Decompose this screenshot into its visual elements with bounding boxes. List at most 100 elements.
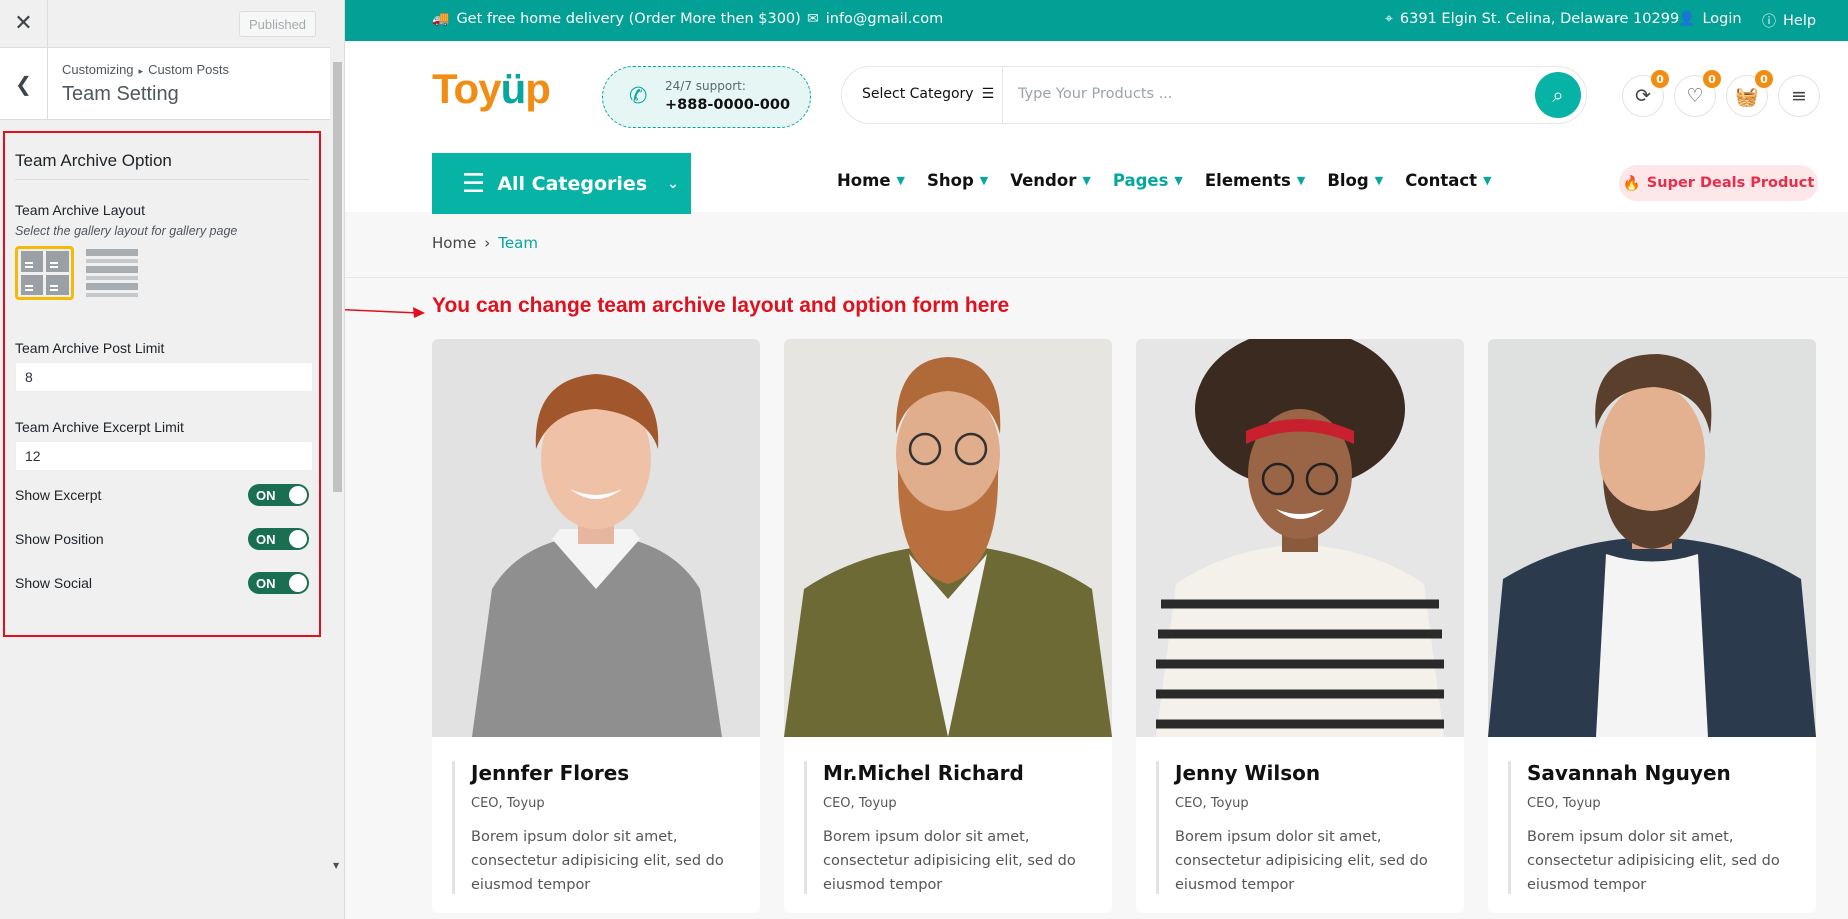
help-text: Help [1783, 13, 1817, 29]
login-text: Login [1702, 11, 1742, 27]
menu-item-shop[interactable]: Shop ▼ [927, 171, 988, 190]
show-position-toggle[interactable]: ON [248, 528, 309, 550]
email-info[interactable]: ✉ info@gmail.com [807, 11, 943, 27]
menu-item-home[interactable]: Home ▼ [837, 171, 905, 190]
chevron-down-icon: ▼ [896, 174, 905, 187]
location-pin-icon: ⌖ [1385, 11, 1393, 27]
offcanvas-menu-button[interactable]: ≡ [1778, 75, 1820, 117]
toggle-row-excerpt: Show Excerpt ON [15, 483, 309, 507]
breadcrumb-home-link[interactable]: Home [432, 234, 476, 252]
breadcrumb-current: Team [498, 234, 538, 252]
chevron-down-icon: ▼ [1296, 174, 1306, 187]
toggle-label: Show Position [15, 531, 104, 547]
panel-heading: Team Archive Option [15, 133, 309, 180]
filter-lines-icon: ☰ [981, 86, 995, 102]
chevron-down-icon: ▼ [1374, 174, 1384, 187]
help-icon: ⓘ [1762, 14, 1776, 30]
search-input[interactable]: Type Your Products ... [1018, 86, 1173, 102]
team-photo [1136, 339, 1464, 737]
super-deals-button[interactable]: 🔥 Super Deals Product [1619, 165, 1818, 201]
mail-icon: ✉ [807, 11, 819, 27]
customizer-header: ✕ Published [0, 0, 330, 48]
team-member-name[interactable]: Mr.Michel Richard [823, 761, 1092, 785]
search-bar: Select Category ☰ Type Your Products ...… [841, 66, 1587, 124]
category-select[interactable]: Select Category ☰ [862, 86, 994, 102]
wishlist-button[interactable]: ♡ 0 [1674, 70, 1721, 117]
team-card[interactable]: Jenny Wilson CEO, Toyup Borem ipsum dolo… [1136, 339, 1464, 913]
team-member-position: CEO, Toyup [1527, 796, 1601, 811]
top-bar: 🚚 Get free home delivery (Order More the… [345, 0, 1848, 41]
nav-bar: ☰ All Categories ⌄ Home ▼ Shop ▼ Vendor ▼ P… [345, 151, 1848, 214]
toggle-row-social: Show Social ON [15, 571, 309, 595]
menu-item-vendor[interactable]: Vendor ▼ [1010, 171, 1091, 190]
menu-item-pages[interactable]: Pages ▼ [1113, 171, 1183, 190]
post-limit-input[interactable]: 8 [15, 362, 313, 392]
truck-icon: 🚚 [432, 11, 450, 27]
team-member-excerpt: Borem ipsum dolor sit amet, consectetur … [1527, 829, 1780, 893]
main-header: Toyüp ✆ 24/7 support: +888-0000-000 Sele… [345, 41, 1848, 151]
layout-list-option[interactable] [82, 246, 141, 300]
compare-icon: ⟳ [1635, 85, 1651, 107]
site-preview: 🚚 Get free home delivery (Order More the… [345, 0, 1848, 919]
email-text: info@gmail.com [825, 11, 944, 27]
menu-item-elements[interactable]: Elements ▼ [1205, 171, 1305, 190]
team-member-position: CEO, Toyup [823, 796, 897, 811]
team-card[interactable]: Mr.Michel Richard CEO, Toyup Borem ipsum… [784, 339, 1112, 913]
menu-lines-icon: ≡ [1791, 85, 1807, 107]
customizer-sidebar: ✕ Published ❮ Customizing ▸ Custom Posts T… [0, 0, 345, 919]
annotation-text: You can change team archive layout and o… [432, 294, 1010, 317]
login-link[interactable]: 👤 Login [1678, 11, 1742, 27]
menu-item-contact[interactable]: Contact ▼ [1405, 171, 1491, 190]
hamburger-icon: ☰ [462, 168, 486, 199]
publish-button[interactable]: Published [239, 11, 316, 37]
fire-icon: 🔥 [1622, 175, 1641, 192]
support-label: 24/7 support: [665, 79, 746, 93]
layout-grid-option[interactable] [15, 246, 74, 300]
team-photo [1488, 339, 1816, 737]
annotation-arrow [345, 307, 425, 318]
breadcrumb-divider [345, 277, 1848, 278]
show-social-toggle[interactable]: ON [248, 572, 309, 594]
compare-button[interactable]: ⟳ 0 [1622, 70, 1669, 117]
site-logo[interactable]: Toyüp [432, 65, 551, 113]
team-member-name[interactable]: Jenny Wilson [1175, 761, 1444, 785]
team-member-excerpt: Borem ipsum dolor sit amet, consectetur … [823, 829, 1076, 893]
all-categories-button[interactable]: ☰ All Categories ⌄ [432, 153, 691, 214]
team-card-body: Savannah Nguyen CEO, Toyup Borem ipsum d… [1488, 741, 1816, 897]
cart-button[interactable]: 🧺 0 [1726, 70, 1773, 117]
show-excerpt-toggle[interactable]: ON [248, 484, 309, 506]
search-button[interactable]: ⌕ [1535, 72, 1581, 118]
team-card-body: Jenny Wilson CEO, Toyup Borem ipsum dolo… [1136, 741, 1464, 897]
toggle-label: Show Excerpt [15, 487, 102, 503]
team-card-body: Mr.Michel Richard CEO, Toyup Borem ipsum… [784, 741, 1112, 897]
team-member-name[interactable]: Savannah Nguyen [1527, 761, 1796, 785]
excerpt-limit-input[interactable]: 12 [15, 441, 313, 471]
phone-icon: ✆ [629, 84, 648, 109]
excerpt-limit-label: Team Archive Excerpt Limit [15, 419, 184, 435]
help-link[interactable]: ⓘ Help [1762, 11, 1816, 31]
team-member-excerpt: Borem ipsum dolor sit amet, consectetur … [471, 829, 724, 893]
team-card-body: Jennfer Flores CEO, Toyup Borem ipsum do… [432, 741, 760, 897]
scroll-down-icon[interactable]: ▼ [333, 861, 339, 870]
chevron-down-icon: ▼ [979, 174, 989, 187]
chevron-right-icon: › [484, 234, 491, 252]
crumb-item: Customizing [62, 62, 134, 77]
team-card[interactable]: Jennfer Flores CEO, Toyup Borem ipsum do… [432, 339, 760, 913]
crumb-item: Custom Posts [148, 62, 229, 77]
support-number[interactable]: +888-0000-000 [665, 97, 790, 113]
close-icon[interactable]: ✕ [0, 0, 48, 48]
sidebar-scrollbar[interactable]: ▼ [330, 48, 344, 872]
team-card[interactable]: Savannah Nguyen CEO, Toyup Borem ipsum d… [1488, 339, 1816, 913]
scrollbar-thumb[interactable] [333, 62, 342, 492]
address-text: 6391 Elgin St. Celina, Delaware 10299 [1399, 11, 1680, 27]
team-member-name[interactable]: Jennfer Flores [471, 761, 740, 785]
toggle-label: Show Social [15, 575, 93, 591]
main-menu: Home ▼ Shop ▼ Vendor ▼ Pages ▼ Elements ▼ Blo… [837, 171, 1492, 190]
wishlist-count-badge: 0 [1703, 70, 1721, 88]
menu-item-blog[interactable]: Blog ▼ [1327, 171, 1383, 190]
delivery-info: 🚚 Get free home delivery (Order More the… [432, 11, 801, 27]
back-arrow-icon[interactable]: ❮ [0, 48, 48, 120]
address-info: ⌖ 6391 Elgin St. Celina, Delaware 10299 [1385, 11, 1679, 27]
cart-count-badge: 0 [1755, 70, 1773, 88]
chevron-down-icon: ⌄ [667, 175, 679, 192]
